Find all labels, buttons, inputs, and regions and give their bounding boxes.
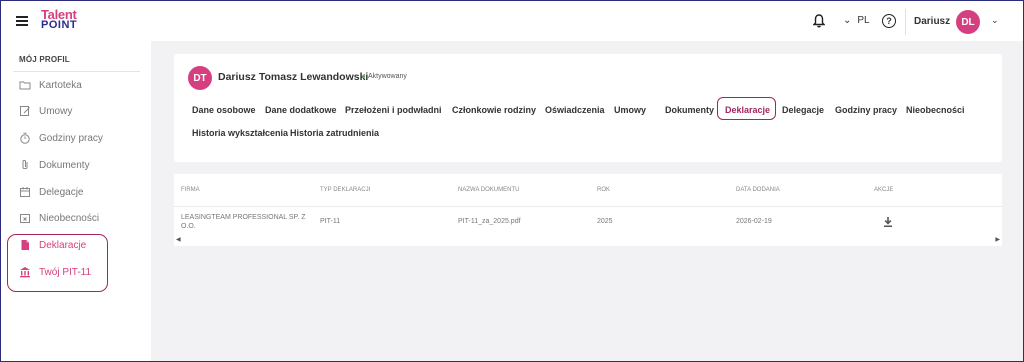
folder-icon [19, 81, 31, 90]
scroll-left-arrow-icon[interactable]: ◀ [176, 236, 181, 243]
tab-czlonkowie-rodziny[interactable]: Członkowie rodziny [452, 105, 536, 115]
download-icon[interactable] [883, 216, 893, 228]
calendar-x-icon [20, 214, 30, 223]
sidebar-highlight-frame [7, 234, 108, 292]
employee-name: Dariusz Tomasz Lewandowski [218, 71, 369, 83]
sidebar-item-nieobecnosci[interactable]: Nieobecności [19, 208, 99, 228]
top-bar: Talent POINT ⌄ PL ? Dariusz DL ⌄ [1, 1, 1023, 41]
contract-edit-icon [20, 106, 30, 116]
header-divider [905, 9, 906, 35]
stopwatch-icon [20, 132, 30, 144]
sidebar-item-umowy[interactable]: Umowy [19, 101, 72, 121]
sidebar-item-kartoteka[interactable]: Kartoteka [19, 75, 82, 95]
sidebar-item-label: Nieobecności [39, 212, 100, 224]
paperclip-icon [22, 159, 28, 170]
sidebar-item-delegacje[interactable]: Delegacje [19, 182, 83, 202]
sidebar-item-godziny-pracy[interactable]: Godziny pracy [19, 128, 103, 148]
cell-firma-line1: LEASINGTEAM PROFESSIONAL SP. Z [181, 214, 306, 221]
app-logo[interactable]: Talent POINT [41, 8, 78, 31]
column-header-rok: ROK [597, 187, 611, 193]
declarations-table: FIRMA TYP DEKLARACJI NAZWA DOKUMENTU ROK… [174, 174, 1002, 246]
sidebar-title: MÓJ PROFIL [19, 55, 70, 64]
column-header-nazwa: NAZWA DOKUMENTU [458, 187, 520, 193]
column-header-firma: FIRMA [181, 187, 200, 193]
cell-typ: PIT-11 [320, 218, 341, 225]
sidebar-item-label: Godziny pracy [39, 132, 103, 144]
sidebar-item-label: Dokumenty [39, 159, 90, 171]
tab-dokumenty[interactable]: Dokumenty [665, 105, 714, 115]
sidebar-item-label: Delegacje [39, 186, 84, 198]
table-header-divider [174, 206, 1002, 207]
scroll-right-arrow-icon[interactable]: ▶ [995, 236, 1000, 243]
main-content: DT Dariusz Tomasz Lewandowski Aktywowany… [151, 41, 1023, 361]
status-label: Aktywowany [368, 73, 407, 80]
cell-rok: 2025 [597, 218, 613, 225]
tab-dane-osobowe[interactable]: Dane osobowe [192, 105, 256, 115]
column-header-typ: TYP DEKLARACJI [320, 187, 371, 193]
tab-godziny-pracy[interactable]: Godziny pracy [835, 105, 897, 115]
language-selector[interactable]: ⌄ PL [843, 15, 870, 26]
active-tab-highlight [717, 97, 776, 120]
tab-przelozeni[interactable]: Przełożeni i podwładni [345, 105, 442, 115]
user-name[interactable]: Dariusz [914, 16, 950, 27]
sidebar: MÓJ PROFIL Kartoteka Umowy Godziny pracy… [1, 41, 151, 361]
column-header-akcje: AKCJE [874, 187, 894, 193]
tab-dane-dodatkowe[interactable]: Dane dodatkowe [265, 105, 337, 115]
status-dot-icon [362, 75, 365, 78]
chevron-down-icon: ⌄ [843, 15, 852, 26]
tab-historia-wyksztalcenia[interactable]: Historia wykształcenia [192, 128, 288, 138]
tab-delegacje[interactable]: Delegacje [782, 105, 824, 115]
logo-text-bottom: POINT [41, 19, 78, 31]
user-avatar[interactable]: DL [956, 10, 980, 34]
column-header-data: DATA DODANIA [736, 187, 780, 193]
cell-data: 2026-02-19 [736, 218, 772, 225]
tab-historia-zatrudnienia[interactable]: Historia zatrudnienia [290, 128, 379, 138]
tab-nieobecnosci[interactable]: Nieobecności [906, 105, 965, 115]
help-icon[interactable]: ? [882, 14, 896, 28]
calendar-icon [20, 187, 30, 197]
sidebar-item-label: Umowy [39, 105, 73, 117]
status-badge: Aktywowany [362, 73, 407, 80]
cell-nazwa: PIT-11_za_2025.pdf [458, 218, 521, 225]
app-window: Talent POINT ⌄ PL ? Dariusz DL ⌄ MÓJ PRO… [0, 0, 1024, 362]
horizontal-scrollbar[interactable]: ◀ ▶ [174, 236, 1002, 243]
tab-umowy[interactable]: Umowy [614, 105, 646, 115]
employee-card: DT Dariusz Tomasz Lewandowski Aktywowany… [174, 54, 1002, 162]
user-menu-chevron-icon[interactable]: ⌄ [991, 15, 999, 26]
language-label: PL [857, 15, 870, 26]
employee-avatar: DT [188, 66, 212, 90]
sidebar-item-dokumenty[interactable]: Dokumenty [19, 155, 90, 175]
bell-icon[interactable] [813, 14, 825, 28]
cell-firma-line2: O.O. [181, 223, 196, 230]
hamburger-menu-icon[interactable] [16, 16, 28, 26]
sidebar-divider [13, 71, 140, 72]
sidebar-item-label: Kartoteka [39, 79, 82, 91]
tab-oswiadczenia[interactable]: Oświadczenia [545, 105, 605, 115]
